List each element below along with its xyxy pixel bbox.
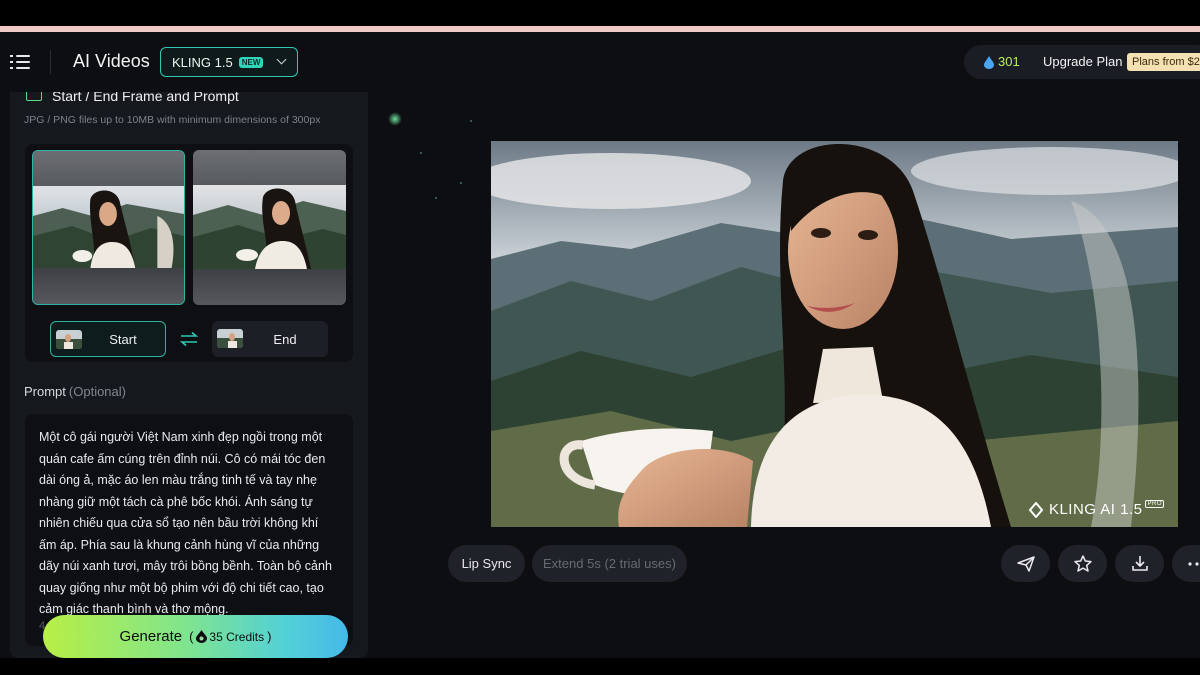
- send-icon: [1016, 555, 1035, 572]
- credit-icon: [196, 630, 208, 643]
- more-button[interactable]: [1172, 545, 1200, 582]
- favorite-button[interactable]: [1058, 545, 1107, 582]
- more-icon: [1187, 561, 1199, 566]
- section-title: Start / End Frame and Prompt: [52, 92, 239, 104]
- header-divider: [50, 50, 51, 74]
- watermark-text: KLING AI 1.5: [1048, 501, 1143, 518]
- decor-speck: [435, 197, 437, 199]
- chevron-down-icon: [276, 54, 287, 65]
- frames-box: Start End: [25, 144, 353, 362]
- end-frame-thumbnail[interactable]: [193, 150, 346, 305]
- credit-count: 301: [998, 54, 1020, 69]
- end-frame-button[interactable]: End: [212, 321, 328, 357]
- decor-speck: [460, 182, 462, 184]
- prompt-label: Prompt (Optional): [24, 384, 126, 399]
- start-frame-button[interactable]: Start: [50, 321, 166, 357]
- start-frame-image: [33, 186, 184, 270]
- generate-paren-open: (: [189, 629, 194, 644]
- image-icon: [26, 92, 42, 101]
- video-preview[interactable]: KLING AI 1.5 PRO: [491, 141, 1178, 527]
- preview-image: [491, 141, 1178, 527]
- star-icon: [1073, 555, 1092, 572]
- start-frame-thumbnail[interactable]: [32, 150, 185, 305]
- decor-glow: [388, 112, 402, 126]
- upgrade-plan-link[interactable]: Upgrade Plan: [1043, 54, 1123, 69]
- download-icon: [1131, 556, 1148, 571]
- prompt-text[interactable]: Một cô gái người Việt Nam xinh đẹp ngồi …: [39, 427, 338, 621]
- page-title: AI Videos: [73, 51, 150, 71]
- decor-speck: [470, 120, 472, 122]
- section-subtitle: JPG / PNG files up to 10MB with minimum …: [24, 114, 321, 126]
- decor-speck: [420, 152, 422, 154]
- extend-button[interactable]: Extend 5s (2 trial uses): [532, 545, 687, 582]
- generate-label: Generate: [119, 628, 183, 645]
- left-panel: Start / End Frame and Prompt JPG / PNG f…: [10, 92, 368, 658]
- kling-logo-icon: [1028, 501, 1044, 518]
- watermark: KLING AI 1.5 PRO: [1028, 499, 1164, 518]
- swap-icon[interactable]: [180, 332, 198, 346]
- lip-sync-button[interactable]: Lip Sync: [448, 545, 525, 582]
- share-button[interactable]: [1001, 545, 1050, 582]
- generate-button[interactable]: Generate ( 35 Credits ): [43, 615, 348, 658]
- thumb-blur-bottom: [33, 268, 184, 304]
- generate-credits: 35 Credits: [209, 629, 265, 644]
- prompt-label-text: Prompt: [24, 384, 66, 399]
- end-label: End: [273, 331, 297, 347]
- download-button[interactable]: [1115, 545, 1164, 582]
- plans-badge[interactable]: Plans from $2.: [1127, 53, 1200, 71]
- menu-icon[interactable]: [10, 52, 32, 72]
- model-selector[interactable]: KLING 1.5 NEW: [160, 47, 298, 77]
- thumb-blur-top: [33, 151, 184, 186]
- watermark-tag: PRO: [1145, 499, 1164, 508]
- model-name: KLING 1.5: [172, 54, 233, 70]
- thumb-blur-bottom: [193, 269, 346, 305]
- bottom-bar-black: [0, 658, 1200, 675]
- top-bar-black: [0, 0, 1200, 26]
- new-badge: NEW: [238, 56, 264, 68]
- end-frame-image: [193, 185, 346, 269]
- account-bar: 301 Upgrade Plan Plans from $2.: [964, 45, 1200, 79]
- app-window: AI Videos KLING 1.5 NEW 301 Upgrade Plan…: [0, 32, 1200, 658]
- start-label: Start: [109, 331, 137, 347]
- thumb-blur-top: [193, 150, 346, 185]
- prompt-optional: (Optional): [68, 384, 126, 399]
- prompt-input[interactable]: Một cô gái người Việt Nam xinh đẹp ngồi …: [25, 414, 353, 646]
- credit-icon: [984, 56, 994, 69]
- generate-paren-close: ): [267, 629, 272, 644]
